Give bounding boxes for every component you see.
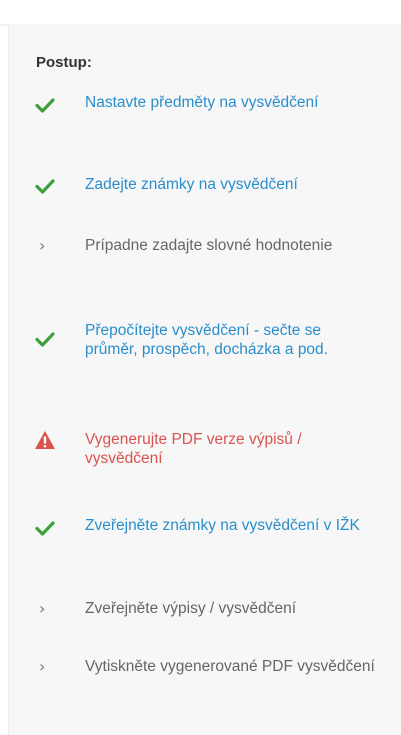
chevron-right-icon: › bbox=[39, 599, 46, 618]
check-icon bbox=[35, 521, 55, 536]
step-label[interactable]: Vytiskněte vygenerované PDF vysvědčení bbox=[85, 657, 377, 676]
check-icon bbox=[35, 98, 55, 113]
panel-title: Postup: bbox=[36, 54, 92, 71]
warning-icon bbox=[35, 431, 55, 449]
top-bar bbox=[0, 0, 401, 24]
progress-panel: Postup: Nastavte předměty na vysvědčení … bbox=[8, 24, 401, 735]
step-label[interactable]: Zveřejněte výpisy / vysvědčení bbox=[85, 599, 377, 618]
step-label[interactable]: Vygenerujte PDF verze výpisů / vysvědčen… bbox=[85, 430, 377, 468]
step-label[interactable]: Zadejte známky na vysvědčení bbox=[85, 175, 377, 194]
step-label[interactable]: Přepočítejte vysvědčení - sečte se průmě… bbox=[85, 321, 377, 359]
step-label[interactable]: Prípadne zadajte slovné hodnotenie bbox=[85, 236, 377, 255]
chevron-right-icon: › bbox=[39, 657, 46, 676]
check-icon bbox=[35, 332, 55, 347]
check-icon bbox=[35, 179, 55, 194]
step-label[interactable]: Nastavte předměty na vysvědčení bbox=[85, 93, 377, 112]
step-label[interactable]: Zveřejněte známky na vysvědčení v IŽK bbox=[85, 516, 377, 535]
chevron-right-icon: › bbox=[39, 236, 46, 255]
